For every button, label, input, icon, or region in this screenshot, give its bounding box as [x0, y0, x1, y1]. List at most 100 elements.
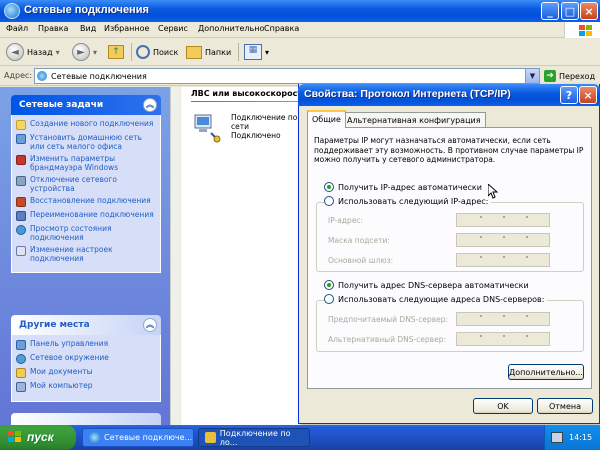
menu-file[interactable]: Файл: [6, 24, 28, 33]
go-arrow-icon: ➔: [544, 70, 556, 82]
menu-edit[interactable]: Правка: [38, 24, 68, 33]
dialog-title: Свойства: Протокол Интернета (TCP/IP): [304, 88, 511, 100]
address-input[interactable]: Сетевые подключения ▼: [34, 68, 540, 84]
folders-button[interactable]: Папки: [186, 42, 231, 62]
search-icon: [136, 45, 150, 59]
place-my-computer[interactable]: Мой компьютер: [16, 381, 156, 392]
cancel-button[interactable]: Отмена: [537, 398, 593, 414]
dialog-close-button[interactable]: ×: [579, 86, 597, 104]
mouse-cursor-icon: [488, 184, 498, 199]
window-titlebar: Сетевые подключения _ □ ×: [0, 0, 600, 22]
tab-alternate-config[interactable]: Альтернативная конфигурация: [342, 112, 486, 127]
views-icon: ▦: [244, 44, 262, 60]
place-my-documents[interactable]: Мои документы: [16, 367, 156, 378]
ip-auto-radio[interactable]: Получить IP-адрес автоматически: [324, 182, 482, 192]
dns-auto-radio[interactable]: Получить адрес DNS-сервера автоматически: [324, 280, 529, 290]
views-button[interactable]: ▦ ▾: [244, 42, 269, 62]
ip-address-field[interactable]: [456, 213, 550, 227]
taskbar-item-network-connections[interactable]: Сетевые подключе...: [82, 428, 194, 447]
subnet-mask-field[interactable]: [456, 233, 550, 247]
network-connections-icon: [89, 432, 100, 443]
dns-manual-radio[interactable]: Использовать следующие адреса DNS-сервер…: [324, 294, 548, 304]
collapse-chevron-icon[interactable]: ︽: [143, 318, 157, 332]
menu-view[interactable]: Вид: [80, 24, 96, 33]
ok-button[interactable]: OK: [473, 398, 533, 414]
folder-up-icon: ↑: [108, 45, 124, 59]
task-pane-scrollbar[interactable]: [170, 87, 180, 425]
gateway-label: Основной шлюз:: [328, 256, 394, 265]
status-icon: [16, 225, 26, 235]
back-arrow-icon: ◄: [6, 43, 24, 61]
network-folder-icon: [37, 71, 47, 81]
network-places-icon: [16, 354, 26, 364]
control-panel-icon: [16, 340, 26, 350]
rename-icon: [16, 211, 26, 221]
task-firewall[interactable]: Изменить параметры брандмауэра Windows: [16, 154, 156, 172]
minimize-button[interactable]: _: [541, 2, 559, 20]
lan-connection-icon: [205, 432, 216, 443]
task-create-connection[interactable]: Создание нового подключения: [16, 119, 156, 130]
task-rename[interactable]: Переименование подключения: [16, 210, 156, 221]
windows-logo-icon: [564, 22, 600, 38]
disable-device-icon: [16, 176, 26, 186]
task-disable-device[interactable]: Отключение сетевого устройства: [16, 175, 156, 193]
place-network-neighborhood[interactable]: Сетевое окружение: [16, 353, 156, 364]
task-home-network[interactable]: Установить домашнюю сеть или сеть малого…: [16, 133, 156, 151]
gateway-field[interactable]: [456, 253, 550, 267]
menu-bar: Файл Правка Вид Избранное Сервис Дополни…: [0, 22, 600, 38]
menu-help[interactable]: Справка: [264, 24, 299, 33]
system-tray: 14:15: [544, 425, 600, 450]
tab-general[interactable]: Общие: [307, 110, 346, 128]
task-repair[interactable]: Восстановление подключения: [16, 196, 156, 207]
task-pane: Сетевые задачи ︽ Создание нового подключ…: [0, 87, 180, 425]
help-button[interactable]: ?: [560, 86, 578, 104]
radio-selected-icon: [324, 280, 334, 290]
place-control-panel[interactable]: Панель управления: [16, 339, 156, 350]
start-button[interactable]: пуск: [0, 425, 76, 450]
menu-advanced[interactable]: Дополнительно: [198, 24, 264, 33]
firewall-icon: [16, 155, 26, 165]
my-documents-icon: [16, 368, 26, 378]
preferred-dns-field[interactable]: [456, 312, 550, 326]
address-dropdown-icon[interactable]: ▼: [525, 69, 539, 83]
settings-icon: [16, 246, 26, 256]
radio-empty-icon: [324, 294, 334, 304]
window-title: Сетевые подключения: [24, 4, 149, 16]
back-button[interactable]: ◄ Назад ▾: [6, 42, 60, 62]
go-button[interactable]: ➔ Переход: [544, 70, 595, 82]
close-button[interactable]: ×: [580, 2, 598, 20]
taskbar-item-lan-connection[interactable]: Подключение по ло...: [198, 428, 310, 447]
address-label: Адрес:: [4, 71, 33, 80]
network-tray-icon[interactable]: [551, 432, 563, 443]
repair-icon: [16, 197, 26, 207]
details-panel-stub: [11, 413, 161, 425]
task-view-status[interactable]: Просмотр состояния подключения: [16, 224, 156, 242]
subnet-mask-label: Маска подсети:: [328, 236, 390, 245]
ip-address-label: IP-адрес:: [328, 216, 364, 225]
advanced-button[interactable]: Дополнительно...: [508, 364, 584, 380]
network-tasks-panel: Сетевые задачи ︽ Создание нового подключ…: [11, 95, 161, 273]
forward-button[interactable]: ► ▾: [72, 42, 97, 62]
alternate-dns-label: Альтернативный DNS-сервер:: [328, 335, 447, 344]
menu-favorites[interactable]: Избранное: [104, 24, 149, 33]
dialog-description: Параметры IP могут назначаться автоматич…: [314, 136, 584, 164]
ip-manual-radio[interactable]: Использовать следующий IP-адрес:: [324, 196, 492, 206]
task-change-settings[interactable]: Изменение настроек подключения: [16, 245, 156, 263]
forward-arrow-icon: ►: [72, 43, 90, 61]
network-connections-icon: [4, 3, 20, 19]
network-tasks-header[interactable]: Сетевые задачи ︽: [11, 95, 161, 115]
collapse-chevron-icon[interactable]: ︽: [143, 98, 157, 112]
alternate-dns-field[interactable]: [456, 332, 550, 346]
search-button[interactable]: Поиск: [136, 42, 178, 62]
folders-icon: [186, 45, 202, 59]
radio-empty-icon: [324, 196, 334, 206]
lan-connection-icon[interactable]: [191, 111, 223, 143]
address-bar: Адрес: Сетевые подключения ▼ ➔ Переход: [0, 66, 600, 86]
clock[interactable]: 14:15: [569, 433, 592, 442]
tcpip-properties-dialog: Свойства: Протокол Интернета (TCP/IP) ? …: [298, 84, 600, 424]
maximize-button[interactable]: □: [561, 2, 579, 20]
up-folder-button[interactable]: ↑: [108, 42, 124, 62]
general-tab-panel: Параметры IP могут назначаться автоматич…: [307, 127, 592, 389]
other-places-header[interactable]: Другие места ︽: [11, 315, 161, 335]
menu-tools[interactable]: Сервис: [158, 24, 188, 33]
